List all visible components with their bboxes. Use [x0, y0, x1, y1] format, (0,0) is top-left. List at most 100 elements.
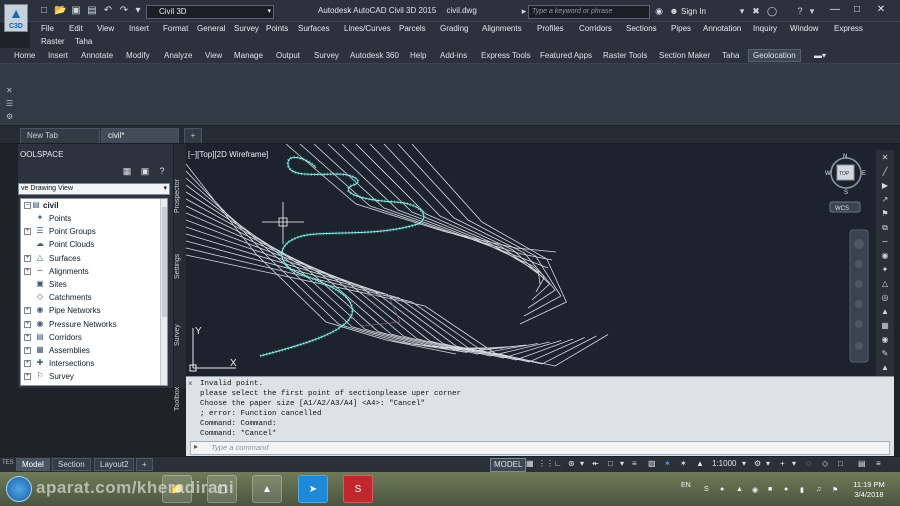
viewcube-east[interactable]: E — [862, 171, 866, 177]
annotation-scale-value[interactable]: 1:1000 — [712, 458, 736, 470]
tab-manage[interactable]: Manage — [234, 51, 263, 60]
a360-icon[interactable]: ◯ — [766, 5, 778, 17]
command-prompt-icon[interactable]: ▸ — [194, 442, 198, 451]
menu-alignments[interactable]: Alignments — [482, 24, 522, 33]
settings-icon[interactable]: ⚙ — [6, 112, 16, 121]
telegram-task-icon[interactable]: ➤ — [298, 475, 328, 503]
tree-item[interactable]: Surfaces — [49, 252, 81, 265]
tab-output[interactable]: Output — [276, 51, 300, 60]
tab-analyze[interactable]: Analyze — [164, 51, 192, 60]
open-folder-icon[interactable]: 📂 — [54, 5, 66, 17]
tree-item[interactable]: Point Clouds — [49, 238, 94, 251]
new-file-icon[interactable]: □ — [38, 5, 50, 17]
menu-grading[interactable]: Grading — [440, 24, 468, 33]
orbit-icon[interactable] — [855, 300, 863, 308]
tray-icon[interactable]: ● — [720, 486, 724, 493]
tree-scrollbar[interactable] — [160, 199, 167, 385]
tab-autodesk-360[interactable]: Autodesk 360 — [350, 51, 399, 60]
tree-item[interactable]: Assemblies — [49, 344, 90, 357]
graphics-icon[interactable]: ◇ — [822, 458, 828, 470]
tray-icon[interactable]: ■ — [768, 486, 772, 493]
paint-icon[interactable]: ▲ — [879, 362, 891, 374]
line-tool-icon[interactable]: ╱ — [879, 166, 891, 178]
redo-icon[interactable]: ↷ — [118, 5, 130, 17]
osnap-dropdown-icon[interactable]: ▾ — [620, 458, 624, 470]
menu-format[interactable]: Format — [163, 24, 188, 33]
polar-dropdown-icon[interactable]: ▾ — [580, 458, 584, 470]
tree-item[interactable]: Pressure Networks — [49, 318, 117, 331]
tree-item[interactable]: Points — [49, 212, 71, 225]
ribbon-minimize-icon[interactable]: ▬▾ — [814, 51, 826, 60]
menu-annotation[interactable]: Annotation — [703, 24, 741, 33]
tab-prospector[interactable]: Prospector — [174, 172, 186, 220]
osnap-icon[interactable]: □ — [608, 458, 613, 470]
menu-window[interactable]: Window — [790, 24, 818, 33]
menu-raster[interactable]: Raster — [41, 37, 65, 46]
menu-edit[interactable]: Edit — [69, 24, 83, 33]
expand-icon[interactable]: + — [24, 360, 31, 368]
tab-settings[interactable]: Settings — [174, 248, 186, 284]
menu-sections[interactable]: Sections — [626, 24, 657, 33]
color-icon[interactable]: ◉ — [879, 334, 891, 346]
dock-icon[interactable]: ☰ — [6, 99, 16, 108]
tree-item[interactable]: Intersections — [49, 357, 94, 370]
grid-icon[interactable]: ▦ — [879, 320, 891, 332]
tab-featured-apps[interactable]: Featured Apps — [540, 51, 592, 60]
tab-express-tools[interactable]: Express Tools — [481, 51, 531, 60]
transparency-icon[interactable]: ▧ — [648, 458, 656, 470]
expand-icon[interactable]: + — [24, 373, 31, 381]
system-clock[interactable]: 11:19 PM 3/4/2018 — [846, 480, 892, 500]
scrollbar-thumb[interactable] — [162, 207, 167, 317]
network-icon[interactable]: ▮ — [800, 486, 804, 494]
viewcube-west[interactable]: W — [825, 171, 831, 177]
expand-icon[interactable]: + — [24, 307, 31, 315]
tab-add-ins[interactable]: Add-ins — [440, 51, 467, 60]
annotation-visibility-icon[interactable]: ✶ — [680, 458, 687, 470]
menu-general[interactable]: General — [197, 24, 225, 33]
menu-survey[interactable]: Survey — [234, 24, 259, 33]
expand-icon[interactable]: + — [24, 267, 31, 275]
grid-icon[interactable]: ▦ — [526, 458, 534, 470]
add-tab-button[interactable]: + — [184, 128, 202, 143]
snap-icon[interactable]: ⋮⋮ — [538, 458, 554, 470]
tray-icon[interactable]: ● — [784, 486, 788, 493]
menu-points[interactable]: Points — [266, 24, 288, 33]
help-icon[interactable]: ? — [157, 166, 167, 176]
workspace-gear-icon[interactable]: ⚙ — [754, 458, 761, 470]
tab-insert[interactable]: Insert — [48, 51, 68, 60]
search-input[interactable]: Type a keyword or phrase — [528, 5, 650, 19]
tab-layout2[interactable]: Layout2 — [94, 458, 135, 471]
menu-file[interactable]: File — [41, 24, 54, 33]
exchange-apps-icon[interactable]: ✖ — [750, 5, 762, 17]
menu-insert[interactable]: Insert — [129, 24, 149, 33]
isodraft-icon[interactable]: ↞ — [592, 458, 599, 470]
clean-screen-icon[interactable]: □ — [838, 458, 843, 470]
toolspace-view-select[interactable]: ve Drawing View ▾ — [18, 183, 170, 195]
navigation-bar[interactable] — [849, 229, 869, 363]
tab-toolbox[interactable]: Toolbox — [174, 382, 186, 416]
tab-view[interactable]: View — [205, 51, 222, 60]
minimize-icon[interactable]: — — [826, 3, 844, 17]
tree-item[interactable]: Sites — [49, 278, 67, 291]
expand-icon[interactable]: + — [24, 347, 31, 354]
start-button[interactable] — [6, 476, 32, 502]
flag-icon[interactable]: ⚑ — [879, 208, 891, 220]
lineweight-icon[interactable]: ≡ — [632, 458, 637, 470]
tree-item[interactable]: Point Groups — [49, 225, 96, 238]
collapse-icon[interactable]: – — [24, 202, 31, 209]
tab-modify[interactable]: Modify — [126, 51, 150, 60]
menu-pipes[interactable]: Pipes — [671, 24, 691, 33]
annotation-scale-icon[interactable]: ✶ — [664, 458, 671, 470]
scale-dropdown-icon[interactable]: ▾ — [742, 458, 746, 470]
recorder-task-icon[interactable]: S — [343, 475, 373, 503]
tab-annotate[interactable]: Annotate — [81, 51, 113, 60]
tab-survey[interactable]: Survey — [314, 51, 339, 60]
arrow-tool-icon[interactable]: ▶ — [879, 180, 891, 192]
menu-taha[interactable]: Taha — [75, 37, 92, 46]
curve-icon[interactable]: ∽ — [879, 236, 891, 248]
tray-icon[interactable]: S — [704, 486, 709, 493]
maximize-icon[interactable]: □ — [848, 3, 866, 17]
tree-item[interactable]: Alignments — [49, 265, 89, 278]
new-tab[interactable]: New Tab — [20, 128, 100, 143]
close-icon[interactable]: × — [188, 379, 193, 388]
